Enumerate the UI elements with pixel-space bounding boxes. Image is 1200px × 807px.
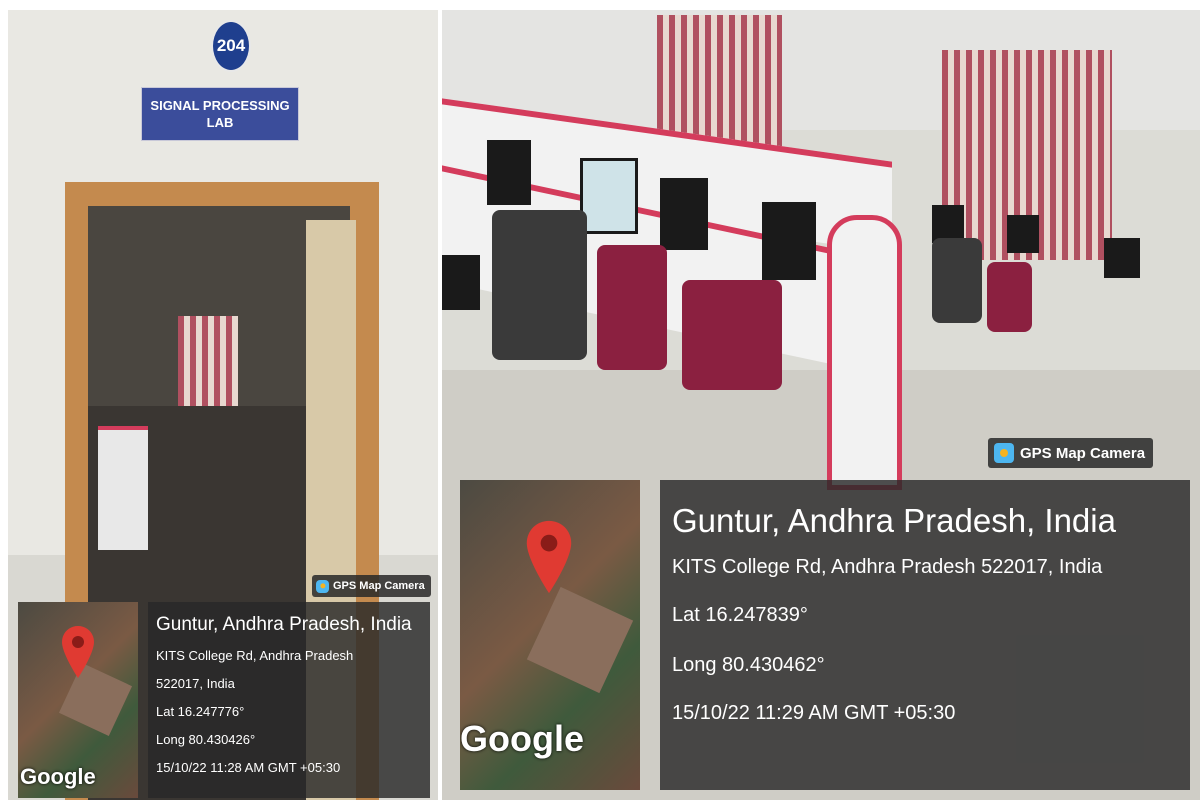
address-line-2: 522017, India xyxy=(156,676,235,691)
gps-badge-label: GPS Map Camera xyxy=(333,580,425,592)
longitude: Long 80.430426° xyxy=(156,732,256,747)
left-photo: 204 SIGNAL PROCESSING LAB GPS Map Camera… xyxy=(8,10,438,800)
map-thumbnail: Google xyxy=(18,602,138,798)
monitor xyxy=(1104,238,1140,278)
gps-badge: GPS Map Camera xyxy=(312,575,431,597)
monitor xyxy=(1007,215,1039,253)
address-line-1: KITS College Rd, Andhra Pradesh xyxy=(156,648,354,663)
gps-badge: GPS Map Camera xyxy=(988,438,1154,468)
location-info-panel: Guntur, Andhra Pradesh, India KITS Colle… xyxy=(660,480,1190,790)
monitor xyxy=(487,140,531,205)
map-thumbnail: Google xyxy=(460,480,640,790)
location-title: Guntur, Andhra Pradesh, India xyxy=(156,614,412,635)
location-info-panel: Guntur, Andhra Pradesh, India KITS Colle… xyxy=(148,602,430,798)
gps-badge-label: GPS Map Camera xyxy=(1020,444,1146,462)
google-watermark: Google xyxy=(20,764,96,789)
gps-camera-icon xyxy=(994,443,1014,463)
monitor xyxy=(762,202,816,280)
latitude: Lat 16.247839° xyxy=(672,604,808,626)
monitor xyxy=(580,158,638,234)
gps-camera-icon xyxy=(316,579,329,593)
map-pin-icon xyxy=(526,520,572,594)
chair xyxy=(682,280,782,390)
monitor xyxy=(660,178,708,250)
desk xyxy=(98,426,148,550)
lab-sign-line2: LAB xyxy=(206,115,234,130)
building xyxy=(526,586,634,694)
map-pin-icon xyxy=(62,626,94,678)
chair xyxy=(987,262,1032,332)
lab-sign-line1: SIGNAL PROCESSING xyxy=(150,98,290,113)
curtain xyxy=(178,316,238,416)
room-number: 204 xyxy=(211,20,251,72)
address: KITS College Rd, Andhra Pradesh 522017, … xyxy=(672,556,1103,578)
right-photo: GPS Map Camera Google Guntur, Andhra Pra… xyxy=(442,10,1200,800)
datetime: 15/10/22 11:28 AM GMT +05:30 xyxy=(156,760,341,775)
datetime: 15/10/22 11:29 AM GMT +05:30 xyxy=(672,702,956,724)
monitor xyxy=(442,255,480,310)
google-watermark: Google xyxy=(460,718,584,759)
chair xyxy=(492,210,587,360)
longitude: Long 80.430462° xyxy=(672,654,825,676)
desk-partition xyxy=(827,215,902,490)
chair xyxy=(932,238,982,323)
latitude: Lat 16.247776° xyxy=(156,704,245,719)
location-title: Guntur, Andhra Pradesh, India xyxy=(672,502,1116,539)
chair xyxy=(597,245,667,370)
lab-sign: SIGNAL PROCESSING LAB xyxy=(141,87,299,141)
